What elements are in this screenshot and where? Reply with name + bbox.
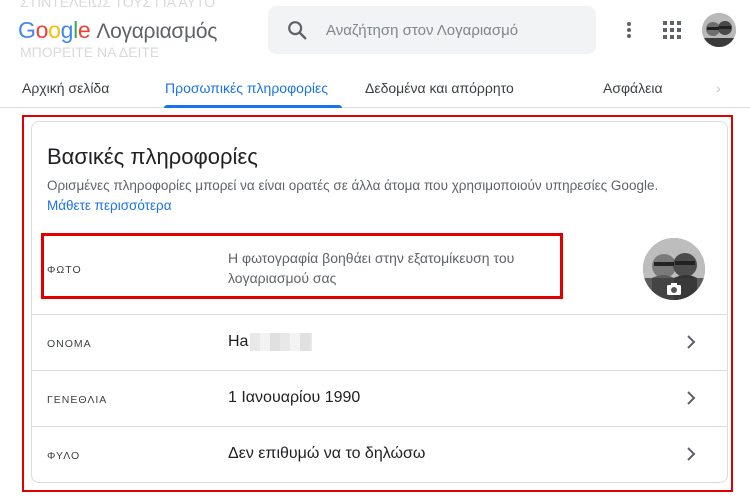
learn-more-link[interactable]: Μάθετε περισσότερα	[47, 198, 172, 213]
tabs-scroll-right-icon[interactable]: ›	[716, 80, 721, 96]
chevron-right-icon[interactable]	[683, 446, 699, 462]
camera-icon[interactable]	[643, 278, 705, 300]
card-description: Ορισμένες πληροφορίες μπορεί να είναι ορ…	[47, 178, 659, 213]
tab-security[interactable]: Ασφάλεια	[603, 80, 663, 96]
chevron-right-icon[interactable]	[683, 390, 699, 406]
row-divider	[32, 370, 727, 371]
row-divider	[32, 314, 727, 315]
chevron-right-icon[interactable]	[683, 334, 699, 350]
tab-personal-info[interactable]: Προσωπικές πληροφορίες	[165, 80, 328, 96]
redacted-name	[250, 333, 313, 351]
search-icon[interactable]	[286, 19, 308, 41]
search-input[interactable]	[326, 21, 586, 39]
tab-data-privacy[interactable]: Δεδομένα και απόρρητο	[365, 80, 514, 96]
gender-label: ΦΥΛΟ	[47, 450, 81, 462]
name-label: ΟΝΟΜΑ	[47, 338, 92, 350]
highlight-card-frame	[22, 115, 733, 492]
gender-value: Δεν επιθυμώ να το δηλώσω	[228, 445, 426, 462]
google-logo[interactable]: Google Λογαριασμός	[18, 17, 217, 44]
highlight-photo-row	[41, 233, 563, 299]
account-avatar[interactable]	[702, 13, 736, 47]
top-bar: Google Λογαριασμός	[0, 0, 750, 64]
search-bar[interactable]	[268, 6, 596, 54]
tab-bar: Αρχική σελίδα Προσωπικές πληροφορίες Δεδ…	[0, 68, 750, 108]
birthday-value: 1 Ιανουαρίου 1990	[228, 389, 361, 406]
active-tab-indicator	[164, 105, 342, 108]
birthday-label: ΓΕΝΕΘΛΙΑ	[47, 394, 108, 406]
tab-home[interactable]: Αρχική σελίδα	[22, 80, 109, 96]
apps-grid-icon[interactable]	[660, 18, 684, 42]
profile-photo[interactable]	[643, 238, 705, 300]
card-title: Βασικές πληροφορίες	[47, 144, 258, 169]
row-divider	[32, 426, 727, 427]
more-options-icon[interactable]	[617, 18, 641, 42]
product-name: Λογαριασμός	[96, 20, 218, 43]
name-value: Ha	[228, 333, 313, 351]
